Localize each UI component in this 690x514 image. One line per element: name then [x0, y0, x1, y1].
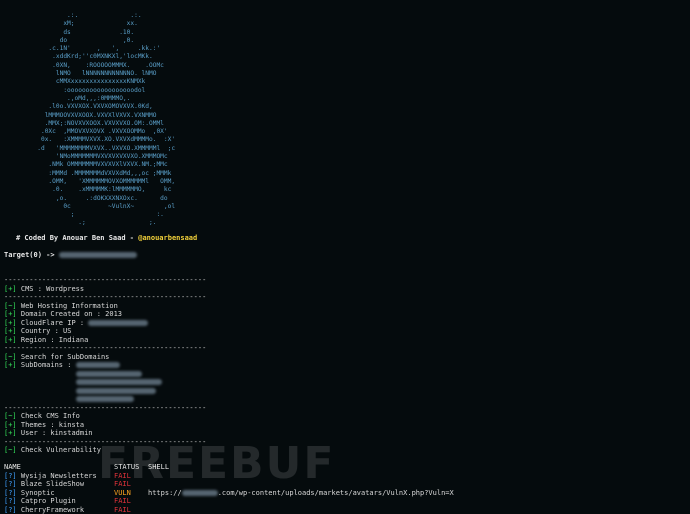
- question-tag: [?]: [4, 472, 17, 480]
- hosting-line: [+] Country : US: [4, 327, 690, 336]
- question-tag: [?]: [4, 506, 17, 514]
- redacted-subdomain: [76, 388, 156, 394]
- shell-url-path: .com/wp-content/uploads/markets/avatars/…: [218, 489, 454, 497]
- credit-text: # Coded By Anouar Ben Saad -: [16, 234, 134, 242]
- subdomain-search-line: [~] Search for SubDomains: [4, 353, 690, 362]
- separator: ----------------------------------------…: [4, 293, 690, 302]
- hosting-text: Region : Indiana: [21, 336, 88, 344]
- ascii-banner: .:. .:. xM; xx. ds .10. do ,0. .c.1N' , …: [0, 12, 175, 228]
- status-badge: VULN: [114, 489, 131, 498]
- subdomain-list-line: [+] SubDomains :: [4, 361, 690, 370]
- plugin-name: CherryFramework: [21, 506, 84, 514]
- hosting-text: Country : US: [21, 327, 72, 335]
- subdomain-item: [4, 378, 690, 387]
- status-tag: [+]: [4, 319, 17, 327]
- plugin-name: Wysija Newsletters: [21, 472, 97, 480]
- plugin-name: Catpro Plugin: [21, 497, 76, 505]
- status-badge: FAIL: [114, 506, 131, 514]
- question-tag: [?]: [4, 497, 17, 505]
- shell-url[interactable]: https:// .com/wp-content/uploads/markets/…: [148, 489, 454, 498]
- question-tag: [?]: [4, 480, 17, 488]
- status-tag: [+]: [4, 336, 17, 344]
- subdomain-item: [4, 387, 690, 396]
- cms-info-text: Themes : kinsta: [21, 421, 84, 429]
- subdomain-search-text: Search for SubDomains: [21, 353, 110, 361]
- target-line: Target(0) ->: [4, 251, 137, 260]
- terminal-window: .:. .:. xM; xx. ds .10. do ,0. .c.1N' , …: [0, 0, 690, 512]
- table-row: [?] Catpro Plugin FAIL: [4, 497, 690, 506]
- table-row: [?] CherryFramework FAIL: [4, 506, 690, 514]
- cms-info-text: User : kinstadmin: [21, 429, 93, 437]
- target-label: Target(0) ->: [4, 251, 55, 259]
- hosting-text: Domain Created on : 2013: [21, 310, 122, 318]
- separator: ----------------------------------------…: [4, 276, 690, 285]
- status-tag: [~]: [4, 353, 17, 361]
- hosting-line: [+] Region : Indiana: [4, 336, 690, 345]
- column-header-name: NAME: [4, 463, 21, 471]
- redacted-host: [182, 490, 218, 496]
- cms-info-text: Check CMS Info: [21, 412, 80, 420]
- redacted-subdomain: [76, 362, 120, 368]
- status-tag: [+]: [4, 421, 17, 429]
- hosting-line: [+] CloudFlare IP :: [4, 319, 690, 328]
- cms-text: CMS : Wordpress: [21, 285, 84, 293]
- status-tag: [~]: [4, 412, 17, 420]
- status-tag: [~]: [4, 446, 17, 454]
- cms-info-line: [~] Check CMS Info: [4, 412, 690, 421]
- status-tag: [+]: [4, 327, 17, 335]
- author-credit: # Coded By Anouar Ben Saad - @anouarbens…: [16, 234, 197, 243]
- question-tag: [?]: [4, 489, 17, 497]
- separator: ----------------------------------------…: [4, 404, 690, 413]
- status-tag: [+]: [4, 285, 17, 293]
- table-row: [?] Synoptic VULN https:// .com/wp-conten…: [4, 489, 690, 498]
- shell-url-scheme: https://: [148, 489, 182, 497]
- status-tag: [+]: [4, 429, 17, 437]
- hosting-line: [~] Web Hosting Information: [4, 302, 690, 311]
- subdomain-item: [4, 395, 690, 404]
- cms-info-line: [+] Themes : kinsta: [4, 421, 690, 430]
- vuln-check-text: Check Vulnerability: [21, 446, 101, 454]
- status-tag: [+]: [4, 361, 17, 369]
- status-tag: [+]: [4, 310, 17, 318]
- plugin-name: Synoptic: [21, 489, 55, 497]
- subdomain-item: [4, 370, 690, 379]
- separator: ----------------------------------------…: [4, 344, 690, 353]
- cms-info-line: [+] User : kinstadmin: [4, 429, 690, 438]
- cms-line: [+] CMS : Wordpress: [4, 285, 690, 294]
- hosting-text: CloudFlare IP :: [21, 319, 84, 327]
- author-handle: @anouarbensaad: [138, 234, 197, 242]
- redacted-target-url: [59, 252, 137, 258]
- hosting-text: Web Hosting Information: [21, 302, 118, 310]
- redacted-subdomain: [76, 379, 162, 385]
- hosting-line: [+] Domain Created on : 2013: [4, 310, 690, 319]
- redacted-subdomain: [76, 396, 134, 402]
- watermark-logo: FREEBUF: [98, 460, 335, 469]
- subdomain-label: SubDomains :: [21, 361, 72, 369]
- plugin-name: Blaze SlideShow: [21, 480, 84, 488]
- status-tag: [~]: [4, 302, 17, 310]
- redacted-subdomain: [76, 371, 142, 377]
- status-badge: FAIL: [114, 497, 131, 506]
- redacted-ip: [88, 320, 148, 326]
